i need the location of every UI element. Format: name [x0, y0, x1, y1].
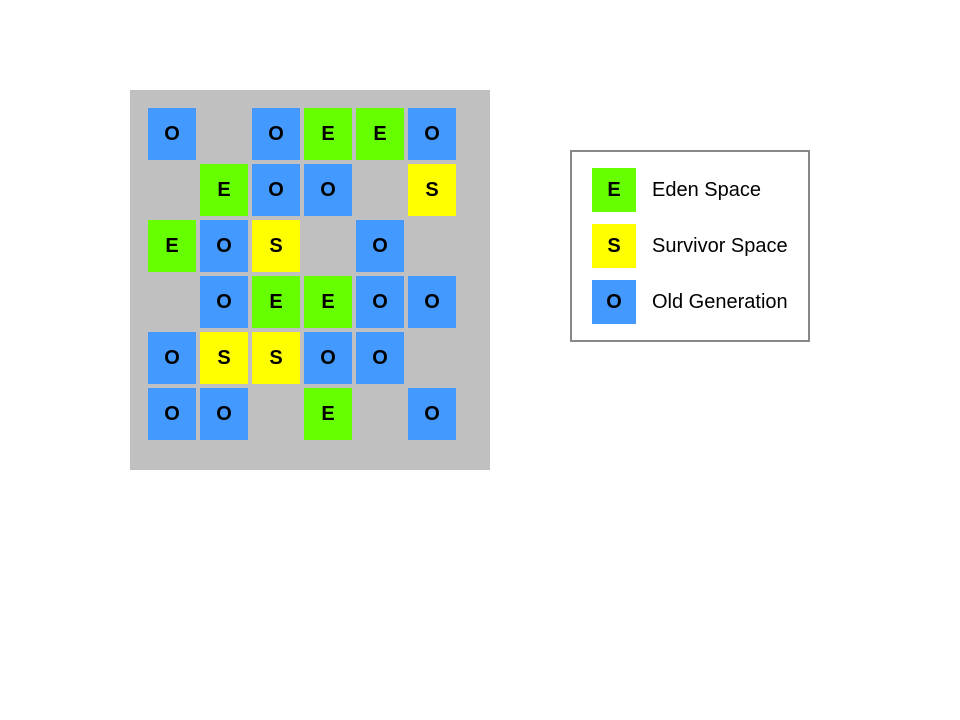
grid-cell: O — [148, 388, 196, 440]
legend-item: S Survivor Space — [592, 218, 788, 274]
grid-cell — [356, 388, 404, 440]
grid-cell: O — [200, 276, 248, 328]
grid-cell — [408, 332, 456, 384]
grid-cell: O — [200, 220, 248, 272]
heap-grid: OOEEOEOOSEOSOOEEOOOSSOOOOEO — [148, 108, 472, 440]
grid-cell: S — [408, 164, 456, 216]
grid-cell: E — [200, 164, 248, 216]
grid-cell: O — [304, 164, 352, 216]
grid-cell — [148, 164, 196, 216]
grid-cell — [356, 164, 404, 216]
legend-label: Old Generation — [652, 291, 788, 314]
grid-cell: O — [356, 276, 404, 328]
legend-box: E — [592, 168, 636, 212]
grid-cell — [304, 220, 352, 272]
grid-cell: O — [200, 388, 248, 440]
grid-cell: E — [252, 276, 300, 328]
grid-cell — [408, 220, 456, 272]
legend-item: E Eden Space — [592, 162, 788, 218]
legend-item: O Old Generation — [592, 274, 788, 330]
grid-cell: S — [252, 332, 300, 384]
main-content: OOEEOEOOSEOSOOEEOOOSSOOOOEO EEden SpaceS… — [0, 70, 960, 470]
grid-cell: O — [408, 276, 456, 328]
grid-cell: O — [356, 332, 404, 384]
grid-cell: S — [200, 332, 248, 384]
grid-cell: E — [148, 220, 196, 272]
grid-cell — [148, 276, 196, 328]
legend-label: Eden Space — [652, 179, 761, 202]
grid-cell: O — [356, 220, 404, 272]
grid-cell — [200, 108, 248, 160]
grid-cell: O — [148, 108, 196, 160]
grid-cell: E — [304, 276, 352, 328]
legend-box: S — [592, 224, 636, 268]
legend: E Eden Space S Survivor Space O Old Generatio… — [570, 150, 810, 342]
grid-cell: E — [304, 108, 352, 160]
grid-cell: O — [408, 108, 456, 160]
grid-cell: O — [148, 332, 196, 384]
heap-grid-container: OOEEOEOOSEOSOOEEOOOSSOOOOEO — [130, 90, 490, 470]
grid-cell — [252, 388, 300, 440]
page-title — [0, 0, 960, 70]
grid-cell: S — [252, 220, 300, 272]
grid-cell: E — [304, 388, 352, 440]
grid-cell: O — [408, 388, 456, 440]
legend-box: O — [592, 280, 636, 324]
grid-cell: O — [252, 108, 300, 160]
grid-cell: O — [304, 332, 352, 384]
legend-label: Survivor Space — [652, 235, 788, 258]
grid-cell: O — [252, 164, 300, 216]
grid-cell: E — [356, 108, 404, 160]
